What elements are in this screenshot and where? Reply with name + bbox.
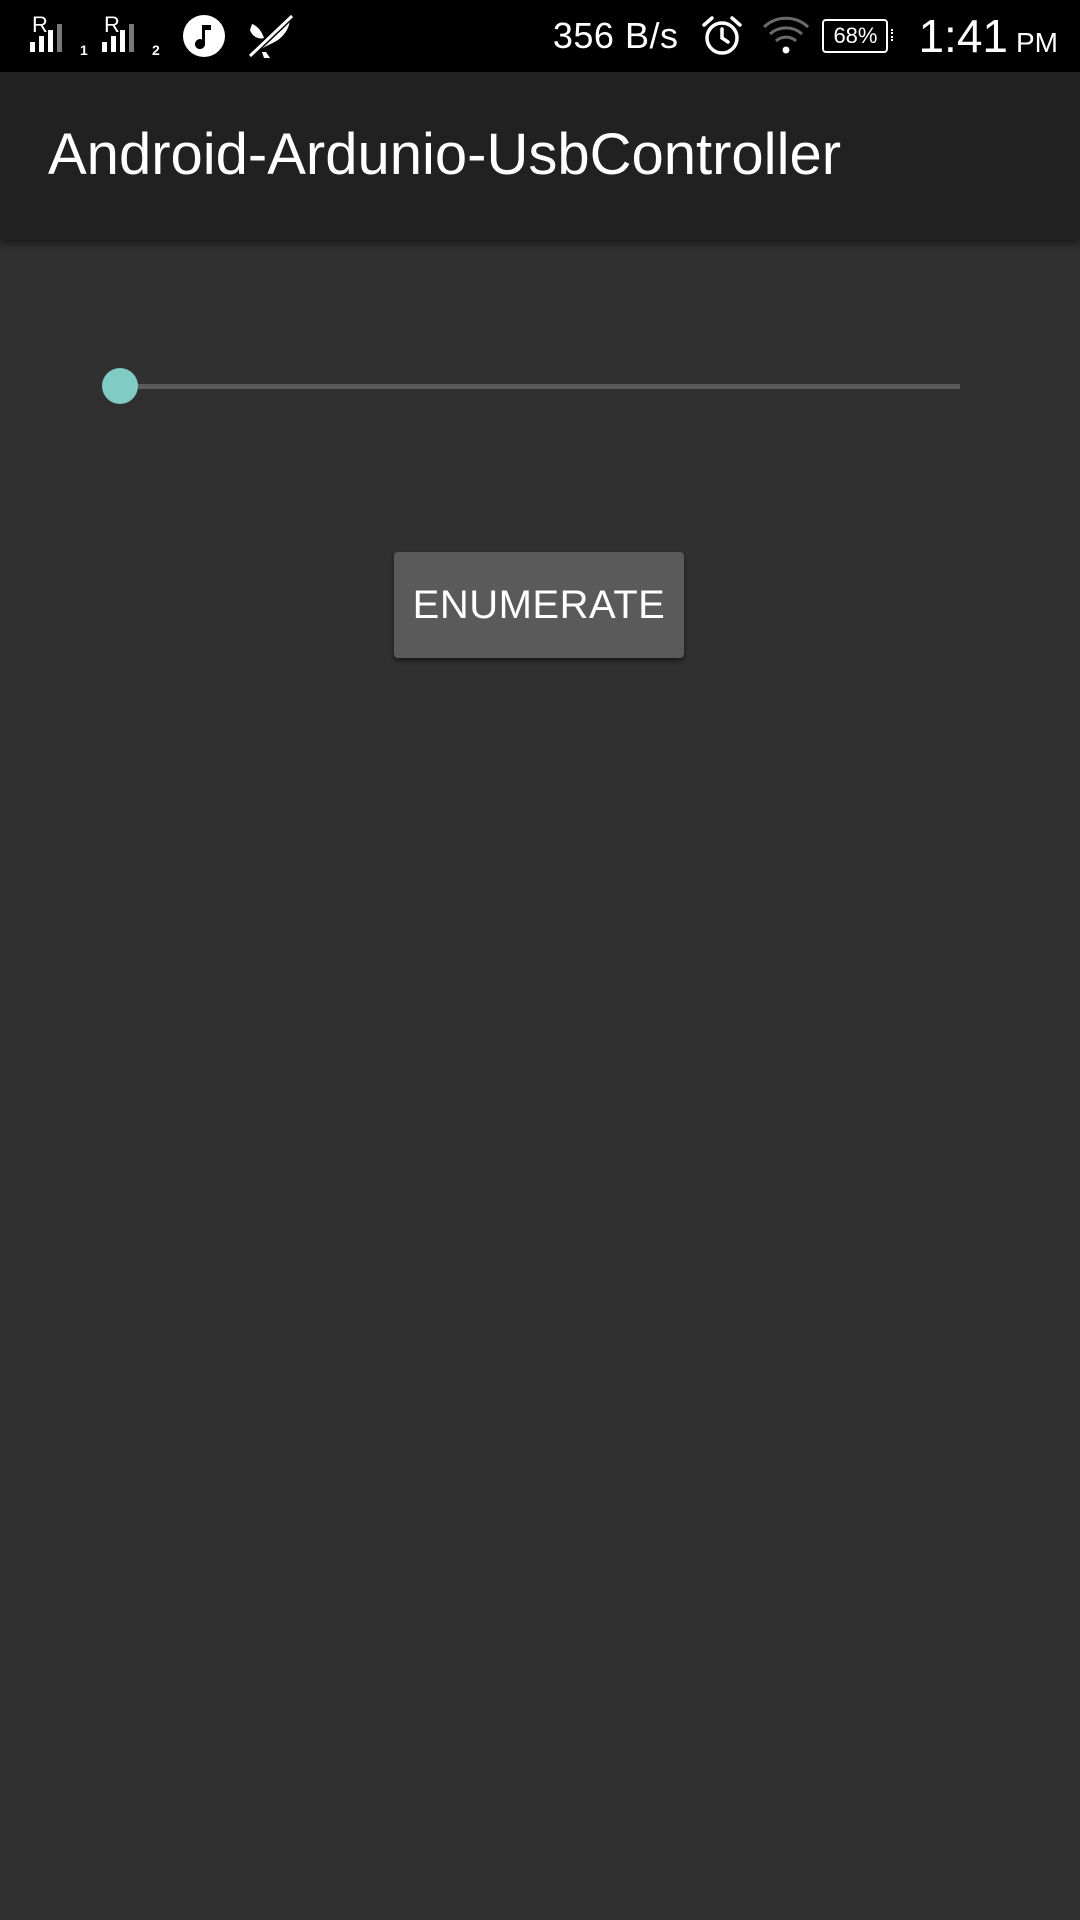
- wifi-icon: [763, 16, 810, 54]
- sim2-signal-icon: R 2: [102, 10, 164, 62]
- status-bar-right: 356 B/s 68% 1:41 PM: [553, 10, 1058, 62]
- clock-ampm: PM: [1016, 27, 1058, 58]
- network-speed: 356 B/s: [552, 15, 679, 56]
- seekbar-thumb[interactable]: [102, 368, 138, 404]
- enumerate-button[interactable]: ENUMERATE: [394, 552, 684, 658]
- sim2-index: 2: [152, 42, 160, 58]
- enumerate-button-label: ENUMERATE: [412, 582, 666, 627]
- app-screen: R 1 R 2 356 B/s 68% 1:41 PM Android-Ardu…: [0, 0, 1080, 1920]
- app-title: Android-Ardunio-UsbController: [48, 122, 842, 187]
- sim1-signal-icon: R 1: [30, 10, 92, 62]
- sim1-index: 1: [80, 42, 88, 58]
- mute-icon: [247, 13, 295, 59]
- status-bar-left: R 1 R 2: [30, 10, 296, 62]
- app-bar: Android-Ardunio-UsbController: [0, 72, 1080, 240]
- battery-icon: 68%: [822, 19, 894, 53]
- alarm-icon: [702, 16, 743, 55]
- status-bar: R 1 R 2 356 B/s 68% 1:41 PM: [0, 0, 1080, 72]
- music-icon: [183, 15, 225, 57]
- clock-time: 1:41: [918, 10, 1008, 62]
- seekbar[interactable]: [102, 366, 960, 406]
- battery-percent: 68%: [833, 23, 878, 48]
- seekbar-track[interactable]: [120, 384, 960, 389]
- clock: 1:41 PM: [918, 9, 1058, 63]
